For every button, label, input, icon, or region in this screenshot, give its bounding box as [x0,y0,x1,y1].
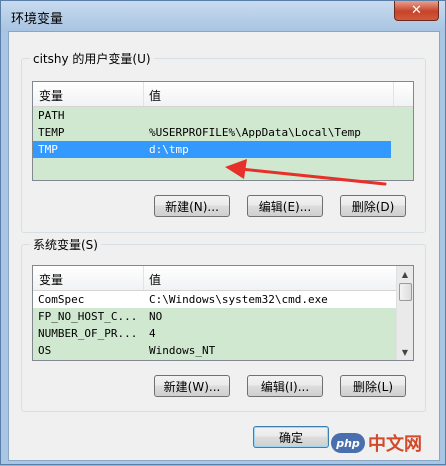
variable-name: OS [38,344,52,357]
dialog-body: citshy 的用户变量(U) 变量 值 PATH TEMP %USERPROF… [8,31,440,461]
vertical-scrollbar[interactable]: ▲ ▼ [396,266,413,360]
watermark: php 中文网 [331,426,441,460]
php-logo: php [331,433,365,453]
list-header: 变量 值 [33,266,413,291]
user-new-button[interactable]: 新建(N)... [154,195,230,217]
variable-name: ComSpec [38,293,85,306]
close-icon: ✕ [411,3,422,18]
variable-name: FP_NO_HOST_C... [38,310,138,323]
column-divider [393,82,394,106]
user-delete-button[interactable]: 删除(D) [340,195,406,217]
system-new-button[interactable]: 新建(W)... [154,375,230,397]
list-item[interactable]: NUMBER_OF_PR... 4 [33,325,413,342]
title-bar[interactable]: 环境变量 ✕ [1,1,445,31]
list-header: 变量 值 [33,82,413,107]
list-item[interactable]: ComSpec C:\Windows\system32\cmd.exe [33,291,413,308]
close-button[interactable]: ✕ [394,1,439,21]
column-header-variable[interactable]: 变量 [39,87,63,104]
scroll-down-icon[interactable]: ▼ [397,344,413,360]
column-header-value[interactable]: 值 [149,271,161,288]
user-edit-button[interactable]: 编辑(E)... [247,195,323,217]
variable-name: TMP [38,143,58,156]
system-delete-button[interactable]: 删除(L) [340,375,406,397]
variable-value: Windows_NT [149,344,216,357]
column-header-value[interactable]: 值 [149,87,161,104]
system-variables-label: 系统变量(S) [30,236,101,253]
column-header-variable[interactable]: 变量 [39,271,63,288]
environment-variables-dialog: 环境变量 ✕ citshy 的用户变量(U) 变量 值 PATH TEMP %U… [0,0,446,465]
variable-value: C:\Windows\system32\cmd.exe [149,293,328,306]
variable-name: TEMP [38,126,65,139]
user-variables-list[interactable]: 变量 值 PATH TEMP %USERPROFILE%\AppData\Loc… [32,81,414,181]
system-variables-group: 系统变量(S) 变量 值 ComSpec C:\Windows\system32… [21,236,426,412]
variable-value: d:\tmp [149,143,189,156]
variable-value: 4 [149,327,156,340]
user-variables-group: citshy 的用户变量(U) 变量 值 PATH TEMP %USERPROF… [21,50,426,233]
dialog-title: 环境变量 [11,12,64,27]
list-item[interactable]: OS Windows_NT [33,342,413,359]
variable-value: %USERPROFILE%\AppData\Local\Temp [149,126,361,139]
variable-name: NUMBER_OF_PR... [38,327,138,340]
list-item[interactable]: FP_NO_HOST_C... NO [33,308,413,325]
scrollbar-thumb[interactable] [399,283,412,301]
ok-button[interactable]: 确定 [253,426,329,448]
scroll-up-icon[interactable]: ▲ [397,266,413,282]
variable-value: NO [149,310,163,323]
variable-name: PATH [38,109,65,122]
list-item-selected[interactable]: TMP d:\tmp [33,141,391,158]
system-variables-list[interactable]: 变量 值 ComSpec C:\Windows\system32\cmd.exe… [32,265,414,361]
system-edit-button[interactable]: 编辑(I)... [247,375,323,397]
user-variables-label: citshy 的用户变量(U) [30,50,154,67]
column-divider [143,266,144,290]
list-item[interactable]: TEMP %USERPROFILE%\AppData\Local\Temp [33,124,413,141]
column-divider [143,82,144,106]
watermark-text: 中文网 [368,434,422,455]
list-item[interactable]: PATH [33,107,413,124]
